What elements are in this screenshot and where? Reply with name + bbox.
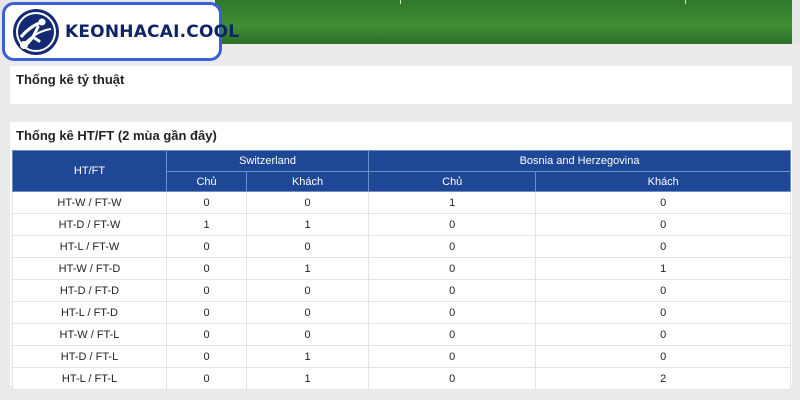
cell-value: 0 bbox=[535, 323, 791, 346]
soccer-player-icon bbox=[13, 8, 59, 55]
table-row: HT-D / FT-L 0 1 0 0 bbox=[12, 345, 791, 368]
cell-value: 0 bbox=[368, 301, 537, 324]
row-label: HT-W / FT-D bbox=[12, 257, 167, 280]
football-field-image bbox=[215, 0, 792, 44]
row-label: HT-L / FT-W bbox=[12, 235, 167, 258]
cell-value: 1 bbox=[368, 191, 537, 214]
sub-header-home: Chủ bbox=[368, 171, 537, 192]
cell-value: 0 bbox=[368, 323, 537, 346]
cell-value: 1 bbox=[246, 367, 370, 390]
row-label: HT-W / FT-L bbox=[12, 323, 167, 346]
table-row: HT-D / FT-D 0 0 0 0 bbox=[12, 279, 791, 302]
cell-value: 0 bbox=[368, 367, 537, 390]
table-row: HT-D / FT-W 1 1 0 0 bbox=[12, 213, 791, 236]
htft-stats-title: Thống kê HT/FT (2 mùa gần đây) bbox=[16, 128, 217, 143]
htft-stats-panel: Thống kê HT/FT (2 mùa gần đây) HT/FT Swi… bbox=[10, 122, 792, 390]
odds-stats-panel: Thống kê tỷ thuật bbox=[10, 66, 792, 104]
cell-value: 0 bbox=[165, 279, 248, 302]
field-line bbox=[400, 0, 401, 4]
field-line bbox=[685, 0, 686, 4]
cell-value: 1 bbox=[165, 213, 248, 236]
row-label: HT-D / FT-D bbox=[12, 279, 167, 302]
table-row: HT-W / FT-W 0 0 1 0 bbox=[12, 191, 791, 214]
sub-header-away: Khách bbox=[535, 171, 791, 192]
cell-value: 0 bbox=[368, 279, 537, 302]
cell-value: 0 bbox=[246, 191, 370, 214]
table-row: HT-W / FT-L 0 0 0 0 bbox=[12, 323, 791, 346]
cell-value: 0 bbox=[535, 191, 791, 214]
table-row: HT-L / FT-D 0 0 0 0 bbox=[12, 301, 791, 324]
row-label: HT-L / FT-L bbox=[12, 367, 167, 390]
table-row: HT-L / FT-L 0 1 0 2 bbox=[12, 367, 791, 390]
cell-value: 0 bbox=[535, 213, 791, 236]
cell-value: 0 bbox=[368, 213, 537, 236]
row-label: HT-D / FT-W bbox=[12, 213, 167, 236]
cell-value: 0 bbox=[246, 323, 370, 346]
row-label: HT-D / FT-L bbox=[12, 345, 167, 368]
cell-value: 0 bbox=[535, 345, 791, 368]
cell-value: 1 bbox=[246, 213, 370, 236]
cell-value: 0 bbox=[246, 279, 370, 302]
row-label: HT-L / FT-D bbox=[12, 301, 167, 324]
cell-value: 0 bbox=[165, 301, 248, 324]
cell-value: 0 bbox=[535, 279, 791, 302]
cell-value: 2 bbox=[535, 367, 791, 390]
logo-text: KEONHACAI.COOL bbox=[65, 21, 240, 42]
cell-value: 1 bbox=[246, 257, 370, 280]
cell-value: 0 bbox=[368, 235, 537, 258]
htft-corner-header: HT/FT bbox=[12, 150, 167, 192]
row-label: HT-W / FT-W bbox=[12, 191, 167, 214]
odds-stats-title: Thống kê tỷ thuật bbox=[16, 72, 125, 87]
team-header-bosnia: Bosnia and Herzegovina bbox=[368, 150, 791, 172]
team-header-switzerland: Switzerland bbox=[165, 150, 370, 172]
cell-value: 0 bbox=[246, 235, 370, 258]
sub-header-away: Khách bbox=[246, 171, 370, 192]
cell-value: 0 bbox=[165, 323, 248, 346]
cell-value: 0 bbox=[535, 301, 791, 324]
cell-value: 0 bbox=[165, 345, 248, 368]
cell-value: 0 bbox=[165, 367, 248, 390]
site-logo[interactable]: KEONHACAI.COOL bbox=[2, 2, 239, 61]
cell-value: 0 bbox=[535, 235, 791, 258]
cell-value: 0 bbox=[368, 257, 537, 280]
cell-value: 0 bbox=[165, 235, 248, 258]
cell-value: 0 bbox=[165, 257, 248, 280]
cell-value: 1 bbox=[535, 257, 791, 280]
sub-header-home: Chủ bbox=[165, 171, 248, 192]
cell-value: 0 bbox=[165, 191, 248, 214]
cell-value: 1 bbox=[246, 345, 370, 368]
table-row: HT-L / FT-W 0 0 0 0 bbox=[12, 235, 791, 258]
cell-value: 0 bbox=[368, 345, 537, 368]
table-row: HT-W / FT-D 0 1 0 1 bbox=[12, 257, 791, 280]
cell-value: 0 bbox=[246, 301, 370, 324]
htft-table: HT/FT Switzerland Bosnia and Herzegovina… bbox=[12, 150, 791, 390]
